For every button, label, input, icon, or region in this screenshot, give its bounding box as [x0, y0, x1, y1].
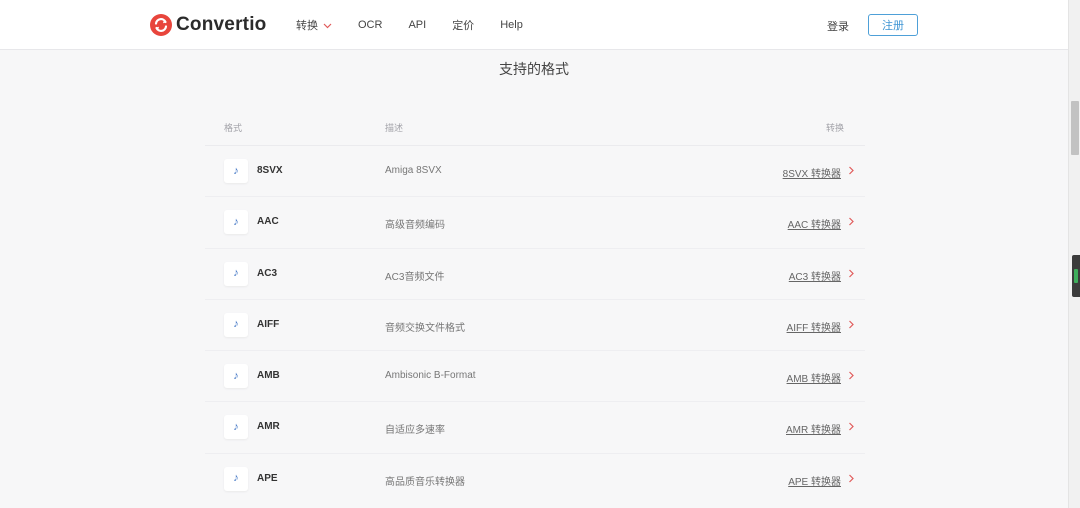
format-description: AC3音频文件 [385, 271, 445, 283]
music-note-icon: ♪ [224, 261, 248, 286]
chevron-right-icon[interactable] [848, 371, 855, 380]
chevron-right-icon[interactable] [848, 166, 855, 175]
table-row: ♪ 8SVX Amiga 8SVX 8SVX 转换器 [205, 146, 865, 198]
page-scrollbar[interactable] [1068, 0, 1080, 508]
column-header-format: 格式 [224, 123, 243, 133]
converter-link[interactable]: APE 转换器 [788, 473, 841, 488]
music-note-icon: ♪ [224, 312, 248, 337]
music-note-icon: ♪ [224, 364, 248, 389]
table-row: ♪ AIFF 音频交换文件格式 AIFF 转换器 [205, 300, 865, 352]
chevron-right-icon[interactable] [848, 320, 855, 329]
format-name: AC3 [257, 267, 278, 279]
format-name: AAC [257, 216, 279, 228]
nav-item-api[interactable]: API [408, 19, 426, 31]
chevron-right-icon[interactable] [848, 474, 855, 483]
table-row: ♪ APE 高品质音乐转换器 APE 转换器 [205, 454, 865, 505]
chevron-right-icon[interactable] [848, 217, 855, 226]
format-description: Ambisonic B-Format [385, 370, 476, 382]
login-link[interactable]: 登录 [827, 18, 849, 34]
nav-item-convert[interactable]: 转换 [296, 17, 332, 33]
table-row: ♪ AC3 AC3音频文件 AC3 转换器 [205, 249, 865, 300]
table-row: ♪ AAC 高级音频编码 AAC 转换器 [205, 197, 865, 249]
format-name: 8SVX [257, 165, 283, 176]
chevron-down-icon [323, 23, 332, 28]
converter-link[interactable]: AC3 转换器 [789, 268, 841, 283]
format-description: 高级音频编码 [385, 220, 445, 232]
column-header-convert: 转换 [825, 123, 844, 133]
formats-table: 格式 描述 转换 ♪ 8SVX Amiga 8SVX 8SVX 转换器 ♪ AA… [205, 108, 865, 505]
page-title: 支持的格式 [499, 61, 569, 77]
converter-link[interactable]: AAC 转换器 [788, 216, 841, 231]
music-note-icon: ♪ [224, 466, 248, 491]
format-name: APE [257, 472, 278, 484]
top-navigation-bar: Convertio 转换 OCR API 定价 Help 登录 注册 [0, 0, 1068, 50]
side-feedback-tab[interactable] [1072, 255, 1080, 297]
column-header-description: 描述 [385, 123, 404, 133]
format-description: Amiga 8SVX [385, 165, 442, 176]
converter-link[interactable]: AMB 转换器 [787, 370, 841, 385]
nav-item-ocr[interactable]: OCR [358, 19, 382, 31]
table-header: 格式 描述 转换 [205, 108, 865, 146]
format-name: AIFF [257, 318, 280, 330]
nav-item-pricing[interactable]: 定价 [452, 17, 474, 33]
format-name: AMR [257, 421, 280, 433]
register-button[interactable]: 注册 [868, 14, 918, 36]
logo-text: Convertio [176, 14, 267, 35]
music-note-icon: ♪ [224, 210, 248, 235]
converter-link[interactable]: AIFF 转换器 [787, 319, 841, 334]
converter-link[interactable]: AMR 转换器 [786, 421, 841, 436]
format-description: 自适应多速率 [385, 425, 445, 437]
chevron-right-icon[interactable] [848, 422, 855, 431]
music-note-icon: ♪ [224, 159, 248, 183]
convertio-logo-icon [150, 14, 172, 36]
format-name: AMB [257, 370, 280, 382]
scrollbar-thumb[interactable] [1071, 101, 1079, 155]
chevron-right-icon[interactable] [848, 269, 855, 278]
music-note-icon: ♪ [224, 415, 248, 440]
convertio-logo[interactable]: Convertio [150, 13, 266, 37]
format-description: 音频交换文件格式 [385, 322, 465, 334]
nav-item-convert-label: 转换 [296, 20, 318, 32]
table-row: ♪ AMB Ambisonic B-Format AMB 转换器 [205, 351, 865, 403]
converter-link[interactable]: 8SVX 转换器 [783, 165, 841, 180]
format-description: 高品质音乐转换器 [385, 476, 465, 488]
nav-item-help[interactable]: Help [500, 19, 523, 31]
table-row: ♪ AMR 自适应多速率 AMR 转换器 [205, 402, 865, 454]
main-nav: 转换 OCR API 定价 Help [296, 0, 549, 50]
